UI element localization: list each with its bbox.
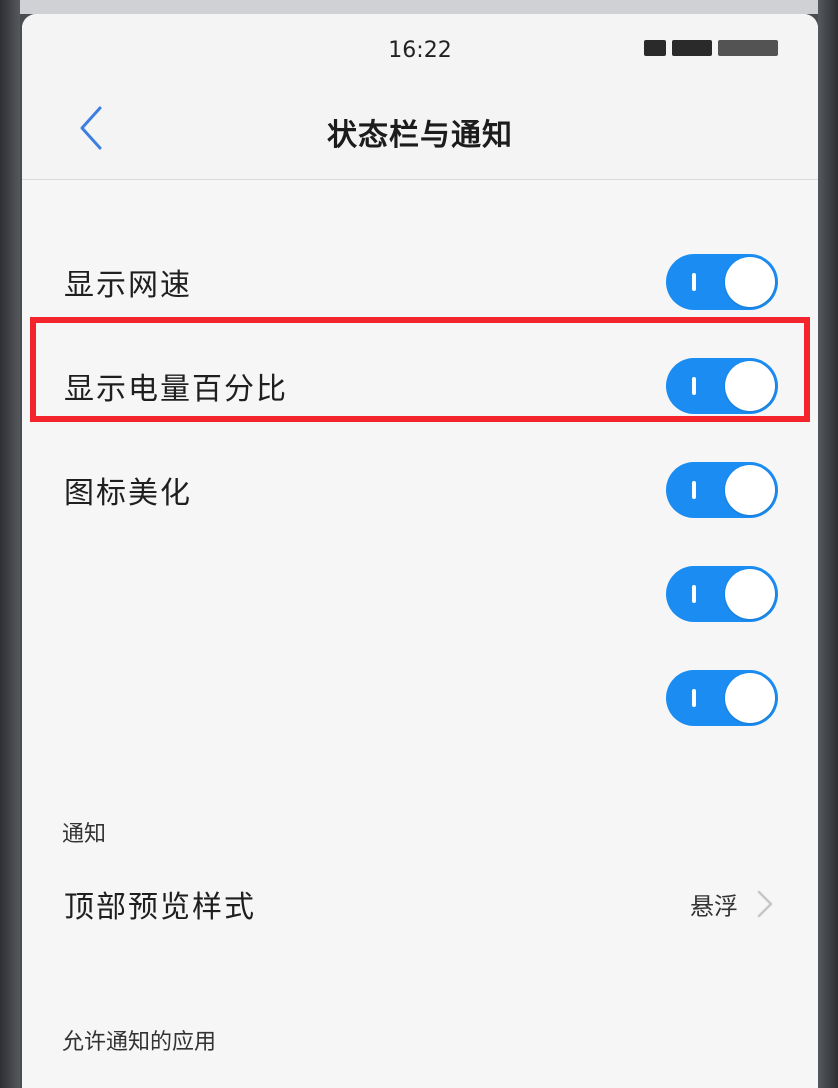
toggle-knob	[725, 673, 775, 723]
device-bezel-right	[818, 0, 838, 1088]
page-title: 状态栏与通知	[327, 118, 513, 153]
signal-icon	[644, 40, 666, 56]
section-header-allowed-apps: 允许通知的应用	[62, 1030, 217, 1055]
toggle-knob	[725, 257, 775, 307]
setting-row-blurred-2	[22, 646, 818, 750]
setting-row-top-preview-style[interactable]: 顶部预览样式 悬浮	[22, 852, 818, 956]
device-bezel-left	[0, 0, 20, 1088]
setting-row-icon-beautify: 图标美化	[22, 438, 818, 542]
status-bar: 16:22	[22, 14, 818, 76]
battery-icon	[718, 40, 778, 56]
toggle-on-indicator	[692, 585, 696, 603]
device-bezel-top	[0, 0, 838, 14]
toggle-knob	[725, 465, 775, 515]
network-speed-toggle[interactable]	[666, 254, 778, 310]
status-icons	[644, 40, 778, 56]
setting-label: 显示网速	[64, 268, 192, 303]
section-header-notification: 通知	[62, 822, 107, 847]
chevron-right-icon	[757, 890, 773, 918]
toggle-on-indicator	[692, 481, 696, 499]
phone-screen: 16:22 状态栏与通知 显示网速 显示电量百分比 图标美化 通知 顶部预览样式…	[22, 14, 818, 1088]
setting-label: 顶部预览样式	[64, 890, 256, 925]
network-icon	[672, 40, 712, 56]
setting-toggle[interactable]	[666, 670, 778, 726]
highlight-box	[30, 317, 810, 422]
app-header: 状态栏与通知	[22, 76, 818, 180]
toggle-knob	[725, 569, 775, 619]
setting-toggle[interactable]	[666, 566, 778, 622]
setting-row-blurred-1	[22, 542, 818, 646]
toggle-on-indicator	[692, 689, 696, 707]
icon-beautify-toggle[interactable]	[666, 462, 778, 518]
toggle-on-indicator	[692, 273, 696, 291]
setting-label: 图标美化	[64, 476, 192, 511]
setting-value: 悬浮	[690, 892, 738, 921]
